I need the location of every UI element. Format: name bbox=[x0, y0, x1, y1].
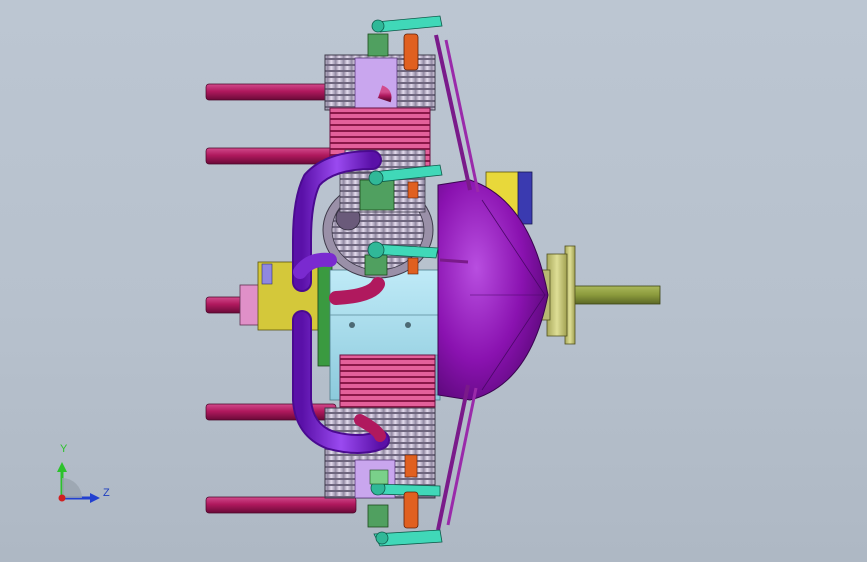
propeller-shaft bbox=[571, 285, 661, 305]
cad-viewport[interactable]: Y Z bbox=[0, 0, 867, 562]
triad-y-label: Y bbox=[60, 443, 68, 455]
axis-triad bbox=[57, 462, 100, 503]
radial-engine-model[interactable] bbox=[0, 0, 867, 562]
triad-z-label: Z bbox=[103, 487, 110, 499]
